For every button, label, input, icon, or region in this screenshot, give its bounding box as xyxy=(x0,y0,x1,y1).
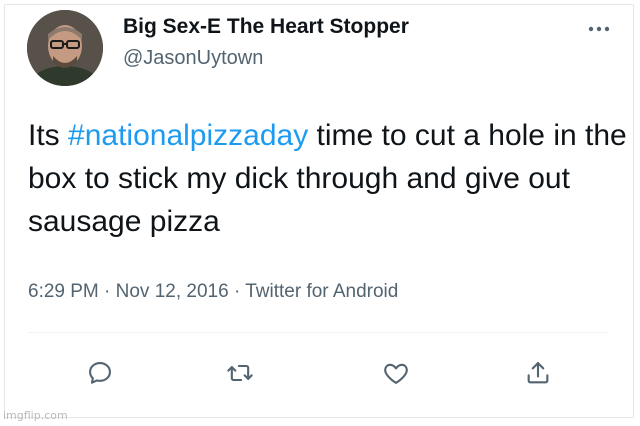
divider xyxy=(28,332,608,333)
more-options-icon[interactable] xyxy=(584,20,614,38)
like-icon xyxy=(384,363,408,384)
tweet-text-prefix: Its xyxy=(28,119,69,152)
tweet-timestamp-source[interactable]: 6:29 PM · Nov 12, 2016 · Twitter for And… xyxy=(28,281,398,303)
retweet-button[interactable] xyxy=(224,357,256,389)
like-button[interactable] xyxy=(380,357,412,389)
share-icon xyxy=(527,362,549,384)
hashtag-link[interactable]: #nationalpizzaday xyxy=(68,119,308,152)
share-button[interactable] xyxy=(522,357,554,389)
reply-button[interactable] xyxy=(84,357,116,389)
display-name[interactable]: Big Sex-E The Heart Stopper xyxy=(123,15,409,39)
username-handle[interactable]: @JasonUytown xyxy=(123,47,263,70)
watermark: imgflip.com xyxy=(3,409,68,422)
avatar-photo xyxy=(27,10,103,86)
retweet-icon xyxy=(227,364,253,382)
avatar[interactable] xyxy=(27,10,103,86)
tweet-text: Its #nationalpizzaday time to cut a hole… xyxy=(28,114,628,243)
reply-icon xyxy=(89,362,111,384)
